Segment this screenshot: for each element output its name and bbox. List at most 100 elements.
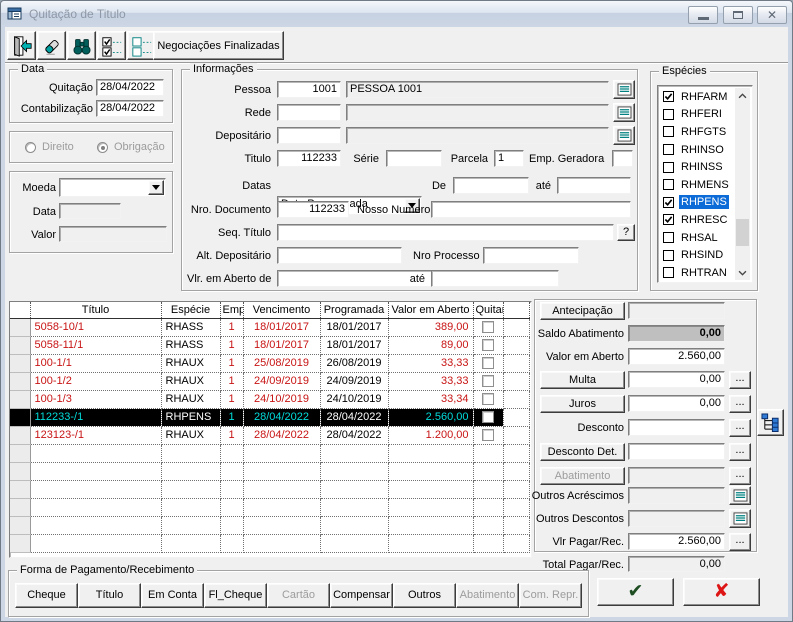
especie-item[interactable]: RHMENS — [660, 176, 735, 194]
parcela-field[interactable]: 1 — [494, 150, 524, 167]
especie-checkbox[interactable] — [663, 161, 674, 173]
outros-descontos-lookup-button[interactable] — [729, 509, 751, 528]
especie-checkbox[interactable] — [663, 267, 674, 279]
especie-item[interactable]: RHINSS — [660, 158, 735, 176]
desconto-field[interactable] — [628, 419, 725, 436]
table-row-empty[interactable] — [10, 516, 530, 535]
pessoa-lookup-button[interactable] — [613, 80, 635, 99]
table-row[interactable]: 5058-11/1 RHASS 1 18/01/2017 18/01/2017 89,00 — [10, 336, 530, 355]
especie-checkbox[interactable] — [663, 249, 674, 261]
rede-code-field[interactable] — [277, 104, 341, 121]
table-row[interactable]: 112233-/1 RHPENS 1 28/04/2022 28/04/2022 2.56… — [10, 408, 530, 427]
clear-button[interactable] — [37, 31, 66, 60]
especie-item[interactable]: RHSAL — [660, 229, 735, 247]
serie-field[interactable] — [386, 150, 442, 167]
radio-direito[interactable]: Direito — [25, 141, 74, 153]
uncheck-all-button[interactable] — [127, 31, 156, 60]
radio-obrigacao[interactable]: Obrigação — [97, 141, 165, 153]
rede-lookup-button[interactable] — [613, 103, 635, 122]
tree-view-button[interactable] — [757, 409, 784, 436]
payment-button-compensar[interactable]: Compensar — [330, 583, 393, 608]
depositario-lookup-button[interactable] — [613, 126, 635, 145]
negociacoes-finalizadas-button[interactable]: Negociações Finalizadas — [153, 31, 284, 60]
especie-item[interactable]: RHFGTS — [660, 123, 735, 141]
cell-quitar[interactable] — [473, 390, 504, 409]
desconto-detail-button[interactable]: ... — [729, 419, 751, 437]
desconto-det-detail-button[interactable]: ... — [729, 443, 751, 461]
cancel-button[interactable]: ✘ — [683, 578, 760, 606]
vlr-pagar-rec-field[interactable]: 2.560,00 — [628, 533, 725, 550]
desconto-det-button[interactable]: Desconto Det. — [540, 443, 625, 461]
row-selector[interactable] — [10, 516, 31, 535]
alt-depositario-field[interactable] — [277, 247, 402, 264]
especie-item[interactable]: RHFARM — [660, 88, 735, 106]
especie-item[interactable]: RHRESC — [660, 211, 735, 229]
de-field[interactable] — [453, 177, 529, 194]
antecipacao-button[interactable]: Antecipação — [540, 302, 625, 320]
row-selector[interactable] — [10, 408, 31, 427]
payment-button-outros[interactable]: Outros — [393, 583, 456, 608]
multa-detail-button[interactable]: ... — [729, 371, 751, 389]
row-selector[interactable] — [10, 372, 31, 391]
quitar-checkbox[interactable] — [482, 393, 494, 406]
desconto-det-field[interactable] — [628, 443, 725, 460]
table-row-empty[interactable] — [10, 498, 530, 517]
payment-button-cheque[interactable]: Cheque — [15, 583, 78, 608]
especie-item[interactable]: RHPENS — [660, 194, 735, 212]
vlr-em-aberto-ate-field[interactable] — [431, 270, 559, 287]
especie-item[interactable]: RHSIND — [660, 246, 735, 264]
row-selector[interactable] — [10, 318, 31, 337]
nro-processo-field[interactable] — [483, 247, 579, 264]
scroll-down-button[interactable] — [735, 265, 750, 280]
check-all-button[interactable] — [97, 31, 126, 60]
table-row[interactable]: 100-1/3 RHAUX 1 24/10/2019 24/10/2019 33,34 — [10, 390, 530, 409]
table-row[interactable]: 123123-/1 RHAUX 1 28/04/2022 28/04/2022 1.200… — [10, 426, 530, 445]
table-row-empty[interactable] — [10, 462, 530, 481]
emp-geradora-field[interactable] — [612, 150, 633, 167]
moeda-dropdown-button[interactable] — [148, 180, 164, 195]
exit-button[interactable] — [7, 31, 36, 60]
payment-button-t-tulo[interactable]: Título — [78, 583, 141, 608]
especie-checkbox[interactable] — [663, 232, 674, 244]
juros-field[interactable]: 0,00 — [628, 395, 725, 412]
ate-field[interactable] — [557, 177, 631, 194]
juros-button[interactable]: Juros — [540, 395, 625, 413]
titulo-field[interactable]: 112233 — [277, 150, 341, 167]
especie-checkbox[interactable] — [663, 144, 674, 156]
payment-button-em-conta[interactable]: Em Conta — [141, 583, 204, 608]
especies-scrollbar[interactable] — [735, 88, 750, 280]
especies-listbox[interactable]: RHFARM RHFERI RHFGTS RHINSO RHINSS RHMENS RHPE… — [657, 85, 753, 283]
quitar-checkbox[interactable] — [482, 339, 494, 352]
especie-checkbox[interactable] — [663, 179, 674, 191]
seq-titulo-field[interactable] — [277, 224, 614, 241]
especie-item[interactable]: RHTRAN — [660, 264, 735, 280]
titlebar[interactable]: Quitação de Titulo — [1, 1, 792, 27]
row-selector[interactable] — [10, 534, 31, 553]
table-row-empty[interactable] — [10, 480, 530, 499]
especie-item[interactable]: RHINSO — [660, 141, 735, 159]
especie-checkbox[interactable] — [663, 214, 674, 226]
titles-table[interactable]: Título Espécie Emp Vencimento Programada Valo… — [9, 301, 532, 558]
close-button[interactable]: ✕ — [757, 6, 787, 24]
cell-quitar[interactable] — [473, 372, 504, 391]
payment-button-fl-cheque[interactable]: Fl_Cheque — [204, 583, 267, 608]
multa-field[interactable]: 0,00 — [628, 371, 725, 388]
row-selector[interactable] — [10, 462, 31, 481]
scroll-up-button[interactable] — [735, 88, 750, 103]
quitar-checkbox[interactable] — [482, 375, 494, 388]
vlr-pagar-detail-button[interactable]: ... — [729, 533, 751, 551]
table-row[interactable]: 5058-10/1 RHASS 1 18/01/2017 18/01/2017 389,0… — [10, 318, 530, 337]
table-row[interactable]: 100-1/2 RHAUX 1 24/09/2019 24/09/2019 33,33 — [10, 372, 530, 391]
scroll-thumb[interactable] — [736, 219, 749, 246]
row-selector[interactable] — [10, 426, 31, 445]
juros-detail-button[interactable]: ... — [729, 395, 751, 413]
moeda-combo[interactable] — [59, 178, 166, 197]
search-button[interactable] — [67, 31, 96, 60]
especie-item[interactable]: RHFERI — [660, 106, 735, 124]
multa-button[interactable]: Multa — [540, 371, 625, 389]
quitacao-date-field[interactable]: 28/04/2022 — [96, 79, 164, 96]
especie-checkbox[interactable] — [663, 126, 674, 138]
especie-checkbox[interactable] — [663, 108, 674, 120]
nro-documento-field[interactable]: 112233 — [277, 201, 349, 218]
row-selector[interactable] — [10, 336, 31, 355]
